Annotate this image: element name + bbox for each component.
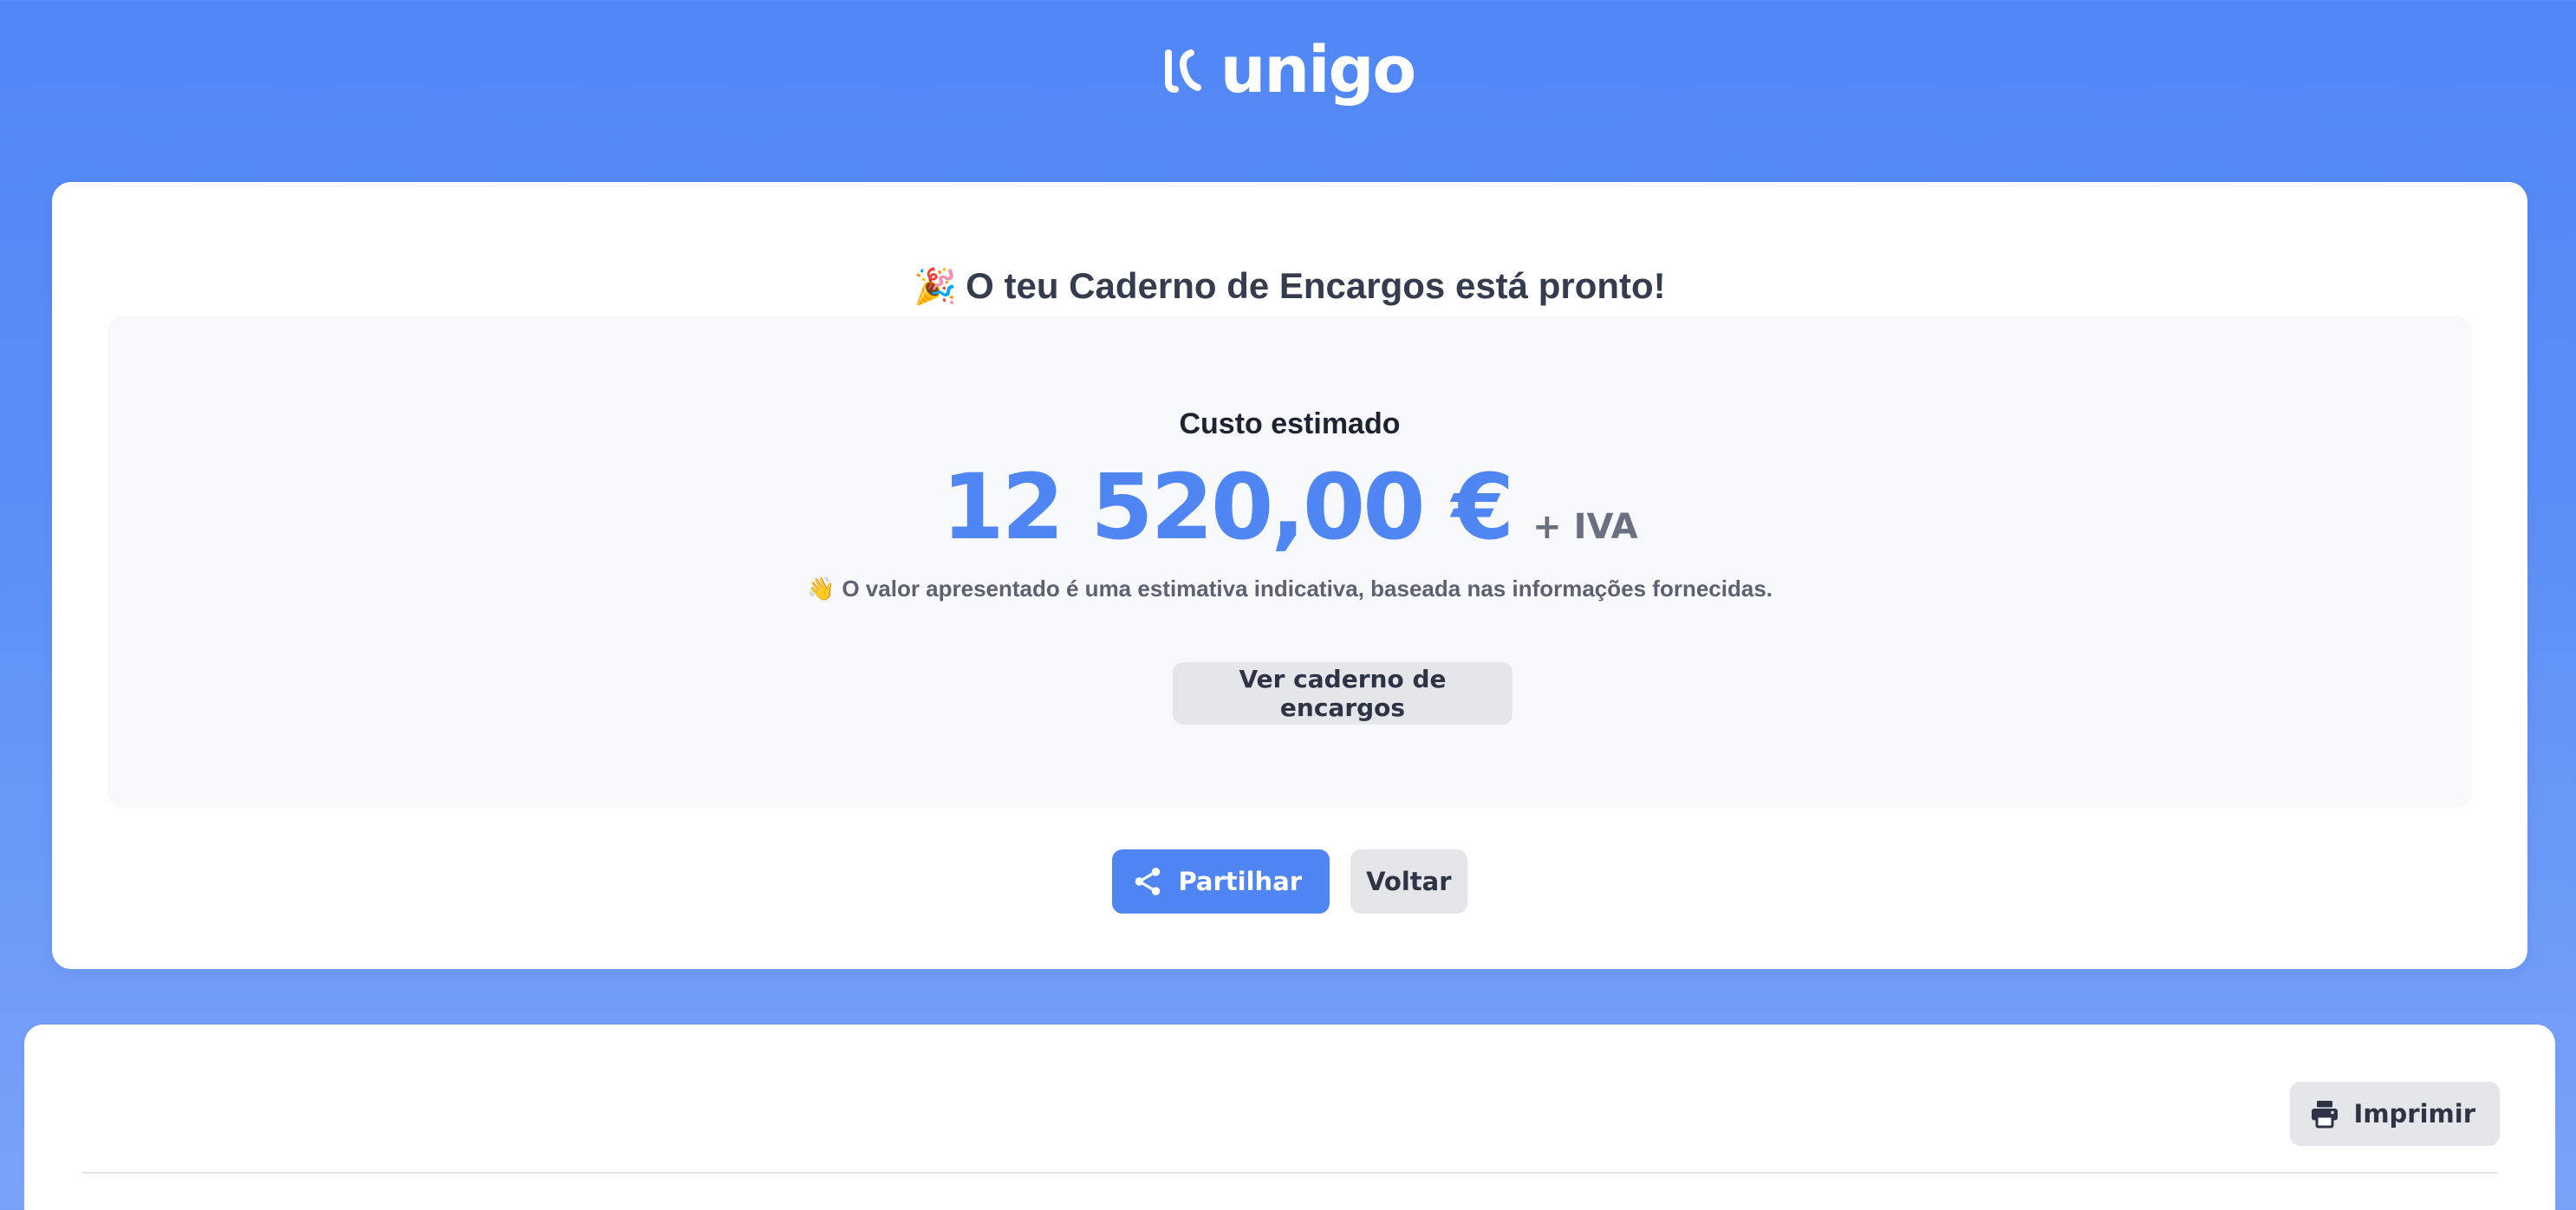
estimate-note: 👋 O valor apresentado é uma estimativa in… <box>107 576 2472 602</box>
header: unigo <box>0 38 2576 102</box>
cost-label: Custo estimado <box>1179 407 1401 440</box>
divider <box>81 1172 2498 1174</box>
page-title-text: O teu Caderno de Encargos está pronto! <box>966 265 1666 307</box>
cost-value-row: 12 520,00 € + IVA <box>107 454 2472 560</box>
result-actions: Partilhar Voltar <box>52 849 2527 914</box>
vat-suffix: + IVA <box>1532 507 1638 547</box>
unigo-logo-icon <box>1164 49 1201 93</box>
cost-panel: Custo estimado 12 520,00 € + IVA 👋 O valo… <box>107 316 2472 808</box>
brand-logo[interactable]: unigo <box>1161 33 1417 107</box>
document-card: Imprimir <box>24 1025 2555 1210</box>
estimate-note-text: O valor apresentado é uma estimativa ind… <box>842 576 1773 602</box>
back-button[interactable]: Voltar <box>1350 849 1467 914</box>
page-title: 🎉 O teu Caderno de Encargos está pronto! <box>52 265 2527 307</box>
printer-icon <box>2311 1101 2338 1129</box>
share-button-label: Partilhar <box>1178 867 1303 896</box>
waving-hand-icon: 👋 <box>806 576 836 602</box>
share-icon <box>1135 868 1161 895</box>
result-card: 🎉 O teu Caderno de Encargos está pronto! … <box>52 182 2527 969</box>
share-button[interactable]: Partilhar <box>1112 849 1330 914</box>
party-popper-icon: 🎉 <box>914 268 958 307</box>
view-document-button[interactable]: Ver caderno de encargos <box>1173 662 1512 725</box>
print-button-label: Imprimir <box>2353 1099 2475 1129</box>
cost-value: 12 520,00 € <box>941 454 1514 560</box>
print-button[interactable]: Imprimir <box>2289 1082 2500 1146</box>
brand-name: unigo <box>1220 33 1417 107</box>
